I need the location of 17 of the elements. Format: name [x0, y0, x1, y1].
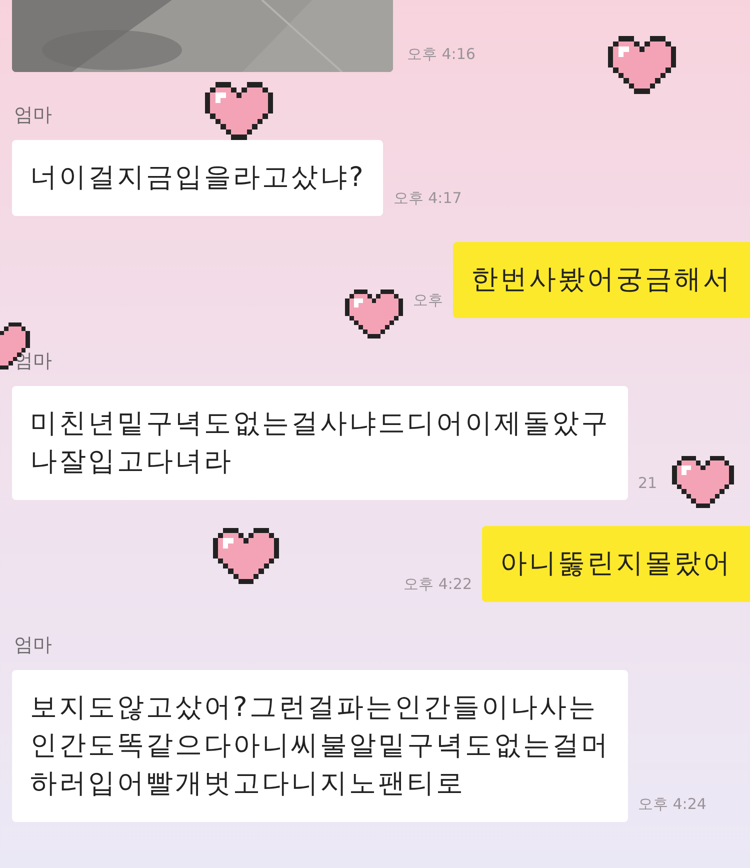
message-bubble: 한번사봤어궁금해서	[453, 242, 750, 318]
message-bubble: 미친년밑구녁도없는걸사냐드디어이제돌았구 나잘입고다녀라	[12, 386, 628, 500]
timestamp: 오후 4:16	[407, 45, 476, 64]
message-bubble: 보지도않고샀어?그런걸파는인간들이나사는 인간도똑같으다아니씨불알밑구녁도없는걸머 하러입어빨개벗고다니지노팬티로	[12, 670, 628, 822]
heart-icon	[205, 82, 273, 140]
message-bubble: 너이걸지금입을라고샀냐?	[12, 140, 384, 216]
timestamp: 21	[638, 474, 658, 492]
timestamp: 오후 4:24	[638, 795, 706, 814]
heart-icon	[213, 527, 279, 585]
timestamp: 오후	[413, 291, 443, 310]
timestamp: 오후 4:22	[404, 575, 472, 594]
timestamp: 오후 4:17	[393, 189, 462, 208]
sender-name: 엄마	[14, 104, 52, 126]
message-bubble: 아니뚫린지몰랐어	[482, 526, 750, 602]
sender-name: 엄마	[14, 634, 52, 656]
heart-icon	[608, 35, 676, 95]
heart-icon	[672, 455, 734, 509]
